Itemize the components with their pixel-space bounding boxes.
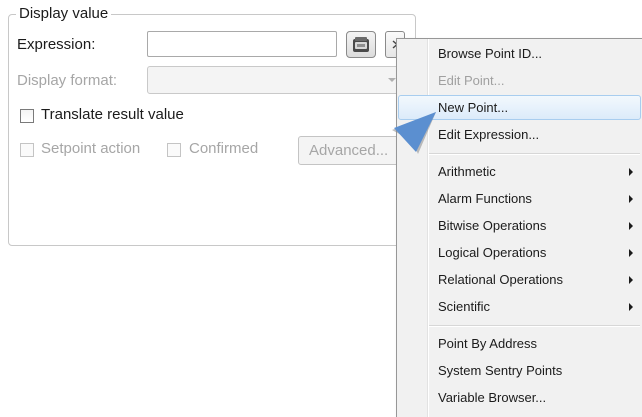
menu-item-label: Relational Operations <box>438 272 564 287</box>
menu-item-logical-operations[interactable]: Logical Operations <box>398 240 641 265</box>
menu-item-label: Alarm Functions <box>438 191 532 206</box>
menu-item-point-by-address[interactable]: Point By Address <box>398 331 641 356</box>
point-browser-icon <box>353 37 369 52</box>
menu-item-alarm-functions[interactable]: Alarm Functions <box>398 186 641 211</box>
menu-item-label: Logical Operations <box>438 245 547 260</box>
submenu-arrow-icon <box>629 303 633 311</box>
chevron-down-icon <box>388 78 396 82</box>
menu-item-label: Arithmetic <box>438 164 496 179</box>
display-format-select[interactable] <box>147 66 405 94</box>
setpoint-label: Setpoint action <box>41 140 141 157</box>
menu-item-relational-operations[interactable]: Relational Operations <box>398 267 641 292</box>
translate-checkbox[interactable] <box>20 109 34 123</box>
submenu-arrow-icon <box>629 276 633 284</box>
submenu-arrow-icon <box>629 222 633 230</box>
menu-item-label: Scientific <box>438 299 491 314</box>
setpoint-checkbox[interactable] <box>20 143 34 157</box>
menu-item-edit-point[interactable]: Edit Point... <box>398 68 641 93</box>
menu-separator <box>429 153 640 155</box>
confirmed-checkbox[interactable] <box>167 143 181 157</box>
menu-item-bitwise-operations[interactable]: Bitwise Operations <box>398 213 641 238</box>
point-browser-button[interactable] <box>346 31 376 58</box>
advanced-button[interactable]: Advanced... <box>298 136 402 165</box>
menu-item-variable-browser[interactable]: Variable Browser... <box>398 385 641 410</box>
menu-item-system-sentry-points[interactable]: System Sentry Points <box>398 358 641 383</box>
submenu-arrow-icon <box>629 168 633 176</box>
expression-label: Expression: <box>17 36 96 53</box>
menu-item-label: Bitwise Operations <box>438 218 547 233</box>
menu-item-browse-point-id[interactable]: Browse Point ID... <box>398 41 641 66</box>
submenu-arrow-icon <box>629 195 633 203</box>
translate-label: Translate result value <box>41 106 184 123</box>
callout-arrow-icon <box>392 112 436 154</box>
submenu-arrow-icon <box>629 249 633 257</box>
menu-item-arithmetic[interactable]: Arithmetic <box>398 159 641 184</box>
menu-item-scientific[interactable]: Scientific <box>398 294 641 319</box>
expression-input[interactable] <box>147 31 337 57</box>
display-format-label: Display format: <box>17 72 118 89</box>
confirmed-label: Confirmed <box>189 140 259 157</box>
group-title: Display value <box>16 5 112 22</box>
context-menu: Browse Point ID... Edit Point... New Poi… <box>396 38 642 417</box>
menu-separator <box>429 325 640 327</box>
